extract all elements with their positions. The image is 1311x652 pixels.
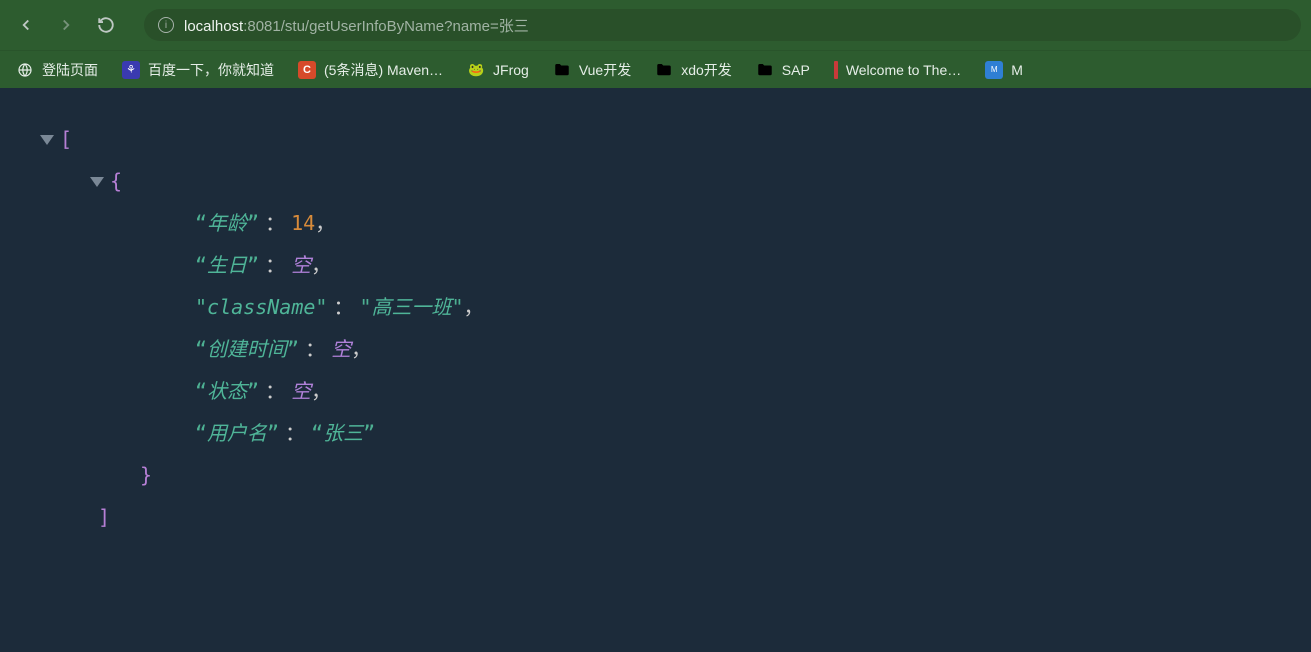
collapse-toggle-icon[interactable]: [40, 135, 54, 145]
json-value-string: 张三: [323, 412, 363, 454]
json-key: 用户名: [207, 412, 267, 454]
forward-button[interactable]: [50, 9, 82, 41]
json-viewer: [ { “年龄”：14，“生日”：空，"className"："高三一班"，“创…: [0, 88, 1311, 568]
baidu-icon: ⚘: [122, 61, 140, 79]
json-entry: “用户名”：“张三”: [40, 412, 1271, 454]
reload-button[interactable]: [90, 9, 122, 41]
json-object-close: }: [40, 454, 1271, 496]
json-entry: “生日”：空，: [40, 244, 1271, 286]
bookmark-item[interactable]: C (5条消息) Maven…: [298, 60, 443, 80]
folder-icon: [655, 61, 673, 79]
json-key: 创建时间: [207, 328, 287, 370]
json-array-open: [: [40, 118, 1271, 160]
json-key: className: [207, 286, 315, 328]
globe-icon: [16, 61, 34, 79]
bookmark-item[interactable]: 🐸 JFrog: [467, 61, 529, 79]
json-value-null: 空: [291, 244, 311, 286]
json-object-open: {: [40, 160, 1271, 202]
bookmark-item[interactable]: MM: [985, 61, 1023, 79]
folder-icon: [756, 61, 774, 79]
address-bar[interactable]: i localhost:8081/stu/getUserInfoByName?n…: [144, 9, 1301, 41]
json-key: 年龄: [207, 202, 247, 244]
json-value-null: 空: [331, 328, 351, 370]
json-key: 生日: [207, 244, 247, 286]
json-key: 状态: [207, 370, 247, 412]
url-path: :8081/stu/getUserInfoByName?name=张三: [243, 18, 529, 35]
bookmark-label: Welcome to The…: [846, 62, 961, 78]
folder-icon: [553, 61, 571, 79]
red-icon: [834, 61, 838, 79]
csdn-icon: C: [298, 61, 316, 79]
bookmarks-bar: 登陆页面 ⚘ 百度一下，你就知道 C (5条消息) Maven… 🐸 JFrog Vue开发 x…: [0, 50, 1311, 88]
bookmark-item[interactable]: xdo开发: [655, 60, 732, 80]
bookmark-label: (5条消息) Maven…: [324, 60, 443, 80]
site-info-icon[interactable]: i: [158, 17, 174, 33]
json-entry: “状态”：空，: [40, 370, 1271, 412]
bookmark-label: 百度一下，你就知道: [148, 60, 274, 80]
url-host: localhost: [184, 18, 243, 35]
back-button[interactable]: [10, 9, 42, 41]
bookmark-label: xdo开发: [681, 60, 732, 80]
json-array-close: ]: [40, 496, 1271, 538]
bookmark-label: JFrog: [493, 62, 529, 78]
bookmark-item[interactable]: 登陆页面: [16, 60, 98, 80]
json-entry: “年龄”：14，: [40, 202, 1271, 244]
bookmark-label: 登陆页面: [42, 60, 98, 80]
bookmark-item[interactable]: Welcome to The…: [834, 61, 961, 79]
json-value-null: 空: [291, 370, 311, 412]
json-entry: “创建时间”：空，: [40, 328, 1271, 370]
bookmark-item[interactable]: Vue开发: [553, 60, 631, 80]
bookmark-label: M: [1011, 62, 1023, 78]
json-value-number: 14: [291, 202, 315, 244]
url-text: localhost:8081/stu/getUserInfoByName?nam…: [184, 15, 529, 36]
bookmark-item[interactable]: SAP: [756, 61, 810, 79]
collapse-toggle-icon[interactable]: [90, 177, 104, 187]
mdn-icon: M: [985, 61, 1003, 79]
browser-toolbar: i localhost:8081/stu/getUserInfoByName?n…: [0, 0, 1311, 50]
json-value-string: 高三一班: [372, 286, 452, 328]
bookmark-item[interactable]: ⚘ 百度一下，你就知道: [122, 60, 274, 80]
bookmark-label: Vue开发: [579, 60, 631, 80]
json-entry: "className"："高三一班"，: [40, 286, 1271, 328]
frog-icon: 🐸: [467, 61, 485, 79]
bookmark-label: SAP: [782, 62, 810, 78]
